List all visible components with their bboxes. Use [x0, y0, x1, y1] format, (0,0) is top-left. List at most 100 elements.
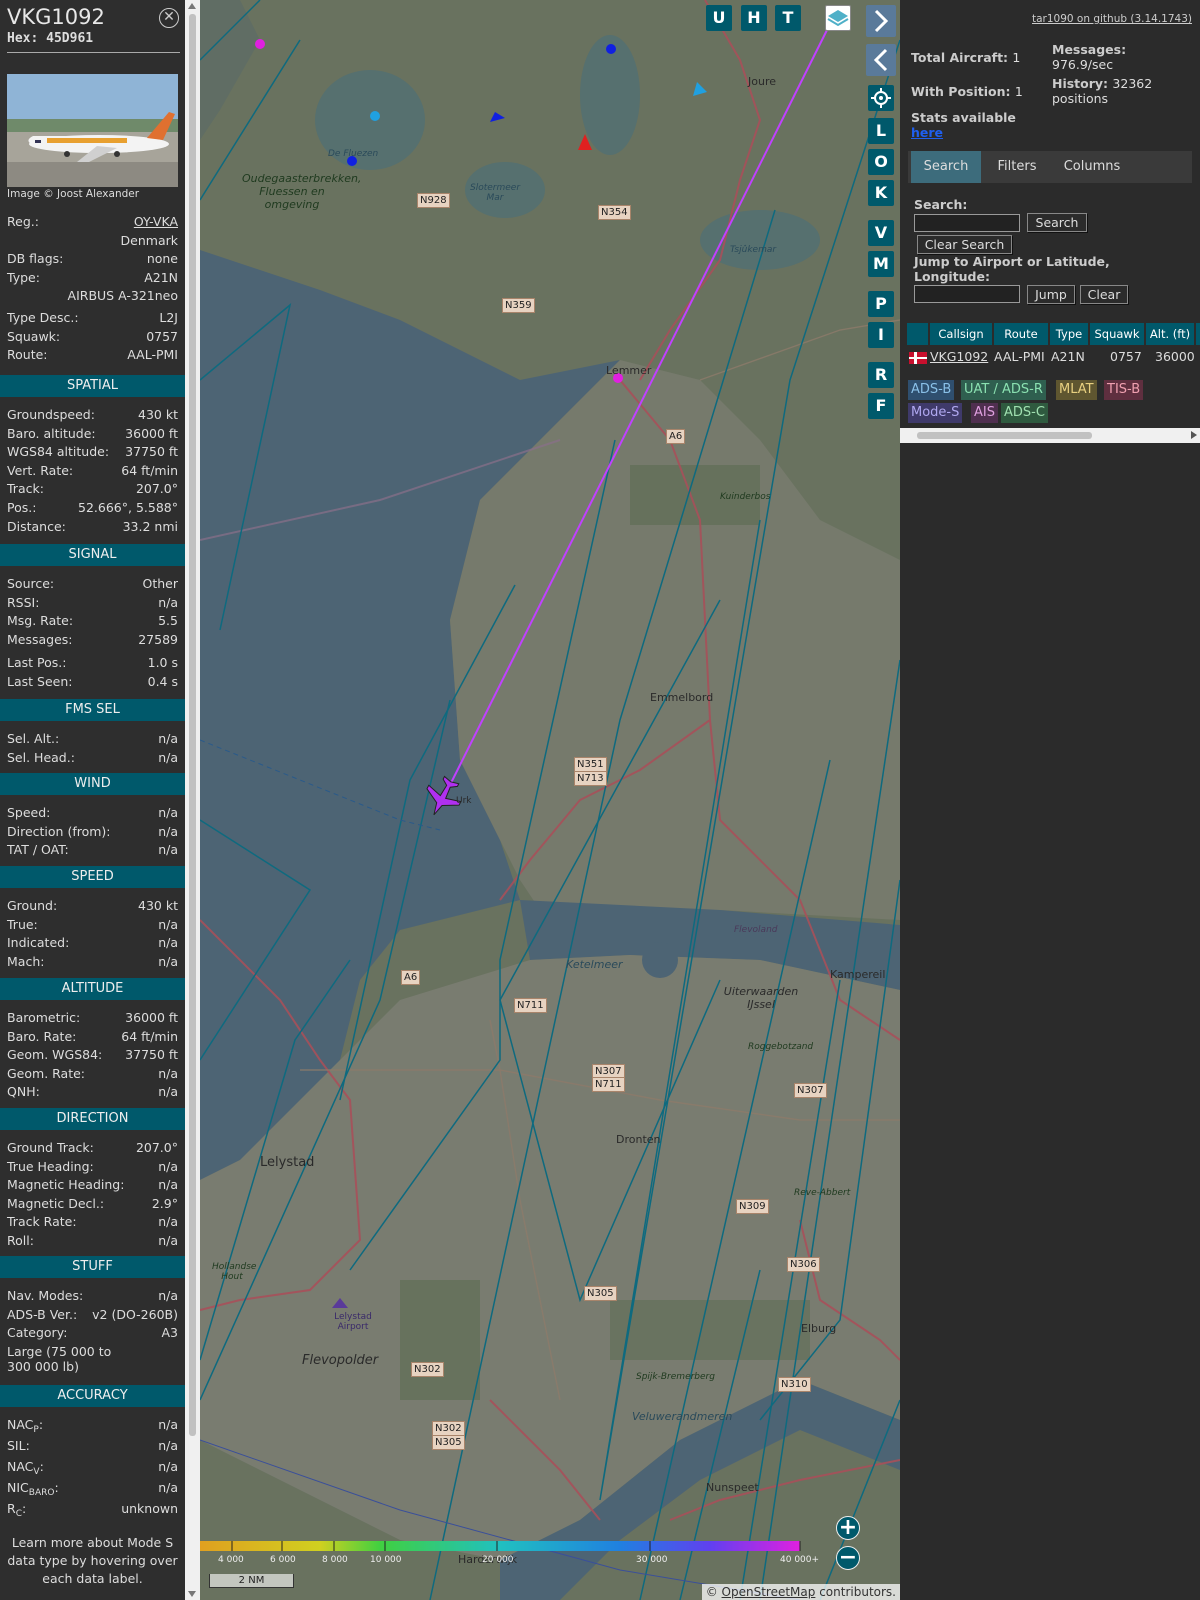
wind-row: TAT / OAT: n/a: [7, 842, 178, 860]
place-label: Veluwerandmeren: [632, 1410, 733, 1423]
row-route: AAL-PMI: [994, 349, 1045, 364]
layers-icon[interactable]: [825, 5, 851, 31]
section-accuracy[interactable]: ACCURACY: [0, 1385, 185, 1407]
sidebar-scrollbar[interactable]: [185, 0, 200, 1600]
source-badge[interactable]: ADS-C: [1001, 403, 1048, 423]
jump-button[interactable]: Jump: [1027, 285, 1075, 304]
map-button-m[interactable]: M: [868, 251, 894, 277]
accuracy-label-main: NIC: [7, 1480, 29, 1495]
map-view[interactable]: Joure Lemmer Emmelbord Lelystad Dronten …: [200, 0, 900, 1600]
scroll-down-icon[interactable]: [188, 1591, 196, 1597]
settings-gear-icon[interactable]: [868, 85, 894, 111]
osm-link[interactable]: OpenStreetMap: [722, 1585, 816, 1599]
source-badge[interactable]: Mode-S: [908, 403, 963, 423]
speed-label: True:: [7, 916, 38, 932]
source-badge[interactable]: TIS-B: [1104, 380, 1144, 400]
source-badge[interactable]: AIS: [971, 403, 998, 423]
tab-search[interactable]: Search: [911, 151, 981, 183]
github-link[interactable]: tar1090 on github (3.14.1743): [1032, 13, 1192, 25]
map-button-i[interactable]: I: [868, 322, 894, 348]
direction-label: Ground Track:: [7, 1140, 94, 1155]
place-label: De Fluezen: [328, 149, 379, 159]
stuff-value: A3: [161, 1325, 178, 1341]
section-stuff[interactable]: STUFF: [0, 1256, 185, 1278]
section-altitude[interactable]: ALTITUDE: [0, 978, 185, 1000]
place-label: Lelystad: [260, 1155, 315, 1170]
map-button-h[interactable]: H: [741, 5, 767, 31]
history: History: 32362 positions: [1052, 76, 1192, 106]
place-label: Spijk-Bremerberg: [636, 1372, 715, 1382]
stuff-label: ADS-B Ver.:: [7, 1306, 78, 1322]
section-wind[interactable]: WIND: [0, 773, 185, 795]
map-button-f[interactable]: F: [868, 393, 894, 419]
with-position-value: 1: [1014, 84, 1023, 99]
speed-label: Ground:: [7, 898, 58, 913]
section-signal[interactable]: SIGNAL: [0, 544, 185, 566]
direction-row: Track Rate: n/a: [7, 1214, 178, 1232]
category-description: Large (75 000 to 300 000 lb): [7, 1343, 112, 1374]
stuff-label: Nav. Modes:: [7, 1288, 84, 1303]
map-button-t[interactable]: T: [775, 5, 801, 31]
zoom-out-button[interactable]: −: [836, 1546, 860, 1570]
map-button-o[interactable]: O: [868, 149, 894, 175]
close-icon[interactable]: ✕: [159, 8, 179, 28]
tab-columns[interactable]: Columns: [1052, 151, 1132, 183]
speed-row: Indicated: n/a: [7, 935, 178, 953]
collapse-left-icon[interactable]: [866, 44, 896, 76]
spatial-value: 37750 ft: [125, 444, 178, 460]
column-header-route[interactable]: Route: [994, 323, 1048, 345]
source-badge[interactable]: ADS-B: [908, 380, 955, 400]
tab-filters[interactable]: Filters: [987, 151, 1047, 183]
altitude-tick-label: 40 000+: [780, 1555, 820, 1565]
scroll-up-icon[interactable]: [188, 3, 196, 9]
direction-value: 2.9°: [151, 1195, 178, 1211]
scroll-thumb[interactable]: [917, 432, 1092, 439]
section-direction[interactable]: DIRECTION: [0, 1108, 185, 1130]
map-button-u[interactable]: U: [706, 5, 732, 31]
map-button-v[interactable]: V: [868, 220, 894, 246]
direction-label: True Heading:: [7, 1158, 94, 1174]
section-fms_sel[interactable]: FMS SEL: [0, 699, 185, 721]
altitude-value: 36000 ft: [125, 1010, 178, 1025]
row-type: A21N: [1051, 349, 1085, 364]
place-label: Urk: [456, 796, 472, 806]
section-spatial[interactable]: SPATIAL: [0, 375, 185, 397]
map-button-r[interactable]: R: [868, 362, 894, 388]
place-label: Emmelbord: [650, 691, 714, 704]
column-header-squawk[interactable]: Squawk: [1090, 323, 1144, 345]
column-header-altitude[interactable]: Alt. (ft): [1146, 323, 1194, 345]
expand-right-icon[interactable]: [866, 5, 896, 37]
zoom-in-button[interactable]: +: [836, 1516, 860, 1540]
search-input[interactable]: [914, 214, 1020, 232]
column-header-flag[interactable]: [907, 323, 928, 345]
altitude-value: n/a: [158, 1084, 178, 1100]
stats-link[interactable]: here: [911, 125, 943, 140]
jump-input[interactable]: [914, 285, 1020, 303]
map-button-l[interactable]: L: [868, 118, 894, 144]
altitude-value: 37750 ft: [125, 1047, 178, 1063]
source-badge[interactable]: MLAT: [1056, 380, 1097, 400]
scroll-right-icon[interactable]: [1191, 431, 1197, 439]
row-callsign[interactable]: VKG1092: [930, 348, 988, 366]
altitude-row: Barometric: 36000 ft: [7, 1010, 178, 1028]
column-header-type[interactable]: Type: [1050, 323, 1088, 345]
map-button-k[interactable]: K: [868, 180, 894, 206]
map-button-p[interactable]: P: [868, 291, 894, 317]
spatial-row: Distance: 33.2 nmi: [7, 519, 178, 537]
altitude-label: Geom. WGS84:: [7, 1047, 103, 1063]
search-button[interactable]: Search: [1027, 213, 1087, 232]
column-header-callsign[interactable]: Callsign: [930, 323, 992, 345]
table-horizontal-scrollbar[interactable]: [900, 428, 1200, 443]
osm-credit-prefix: ©: [705, 1585, 722, 1599]
source-badge[interactable]: UAT / ADS-R: [961, 380, 1046, 400]
aircraft-photo[interactable]: [7, 74, 178, 187]
column-header-more[interactable]: [1196, 323, 1200, 345]
info-label: Route:: [7, 347, 48, 363]
spatial-row: Baro. altitude: 36000 ft: [7, 426, 178, 444]
clear-button[interactable]: Clear: [1080, 285, 1128, 304]
info-value: OY-VKA: [133, 214, 178, 229]
clear-search-button[interactable]: Clear Search: [917, 235, 1012, 254]
section-speed[interactable]: SPEED: [0, 866, 185, 888]
signal-label: Msg. Rate:: [7, 613, 74, 629]
scroll-thumb[interactable]: [189, 14, 196, 1436]
